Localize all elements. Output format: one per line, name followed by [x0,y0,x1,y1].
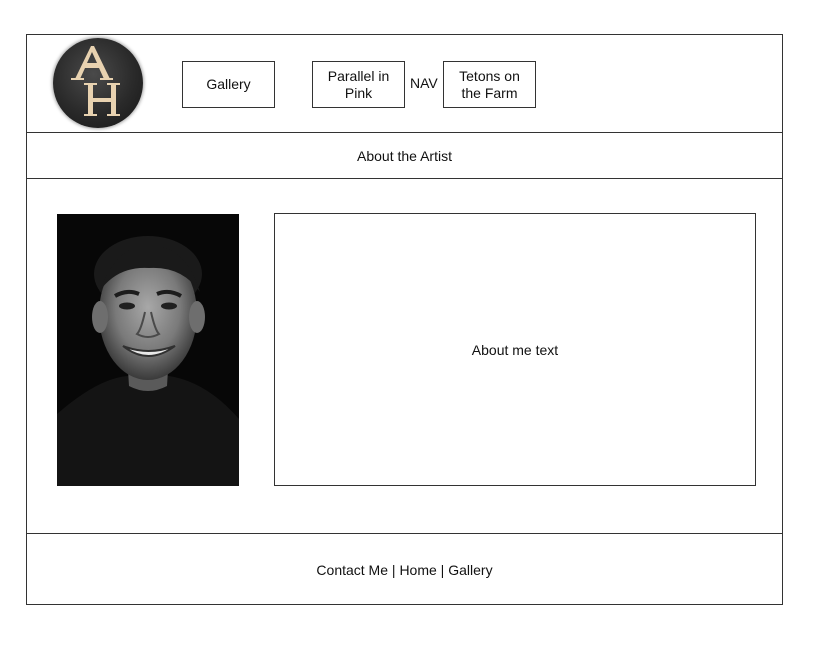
logo[interactable] [53,38,143,128]
footer-link-contact-me[interactable]: Contact Me [316,562,388,578]
about-me-textbox: About me text [274,213,756,486]
page-frame: Gallery Parallel in Pink NAV Tetons on t… [26,34,783,605]
nav-tetons-on-the-farm-label: Tetons on the Farm [459,67,520,101]
nav-gallery-button[interactable]: Gallery [182,61,275,108]
about-the-artist-bar: About the Artist [27,133,782,179]
footer-link-gallery[interactable]: Gallery [448,562,492,578]
about-me-text: About me text [471,341,559,358]
nav-parallel-in-pink-label: Parallel in Pink [327,67,390,101]
artist-portrait [57,214,239,486]
nav-tetons-on-the-farm-button[interactable]: Tetons on the Farm [443,61,536,108]
logo-monogram-icon [71,46,120,116]
footer-link-home[interactable]: Home [399,562,436,578]
footer-separator: | [388,561,400,578]
nav-parallel-in-pink-button[interactable]: Parallel in Pink [312,61,405,108]
footer: Contact Me | Home | Gallery [27,533,782,605]
nav-gallery-label: Gallery [206,76,251,92]
portrait-image [57,214,239,486]
header: Gallery Parallel in Pink NAV Tetons on t… [27,35,782,133]
nav-label: NAV [410,75,438,91]
page-title: About the Artist [357,147,452,164]
footer-separator: | [436,561,449,578]
